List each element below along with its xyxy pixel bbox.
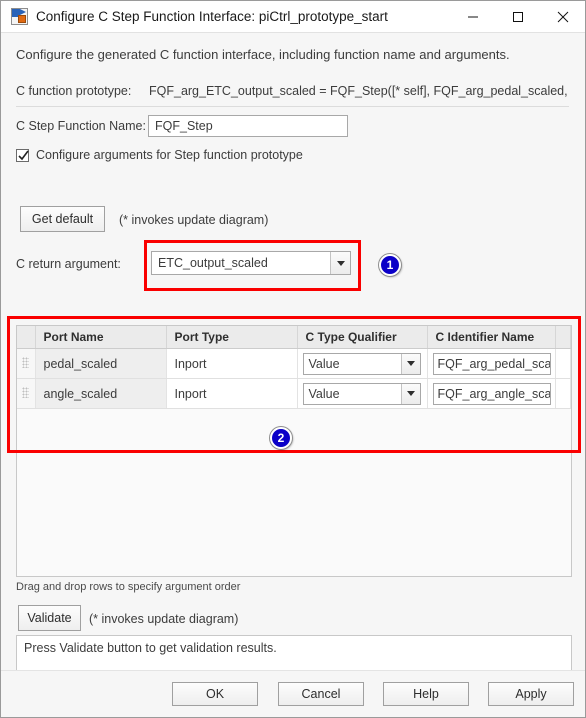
cancel-button[interactable]: Cancel [278,682,364,706]
check-icon [18,150,29,160]
drag-handle-icon [22,386,30,398]
configure-arguments-label: Configure arguments for Step function pr… [36,148,303,162]
table-header-row: Port Name Port Type C Type Qualifier C I… [17,326,571,349]
table-header-grip [17,326,36,349]
cell-spacer [555,378,571,409]
maximize-icon [512,11,523,22]
cell-type-qualifier: Value [297,348,428,379]
table-row[interactable]: pedal_scaled Inport Value FQF_arg_pedal_… [17,348,571,379]
window-title: Configure C Step Function Interface: piC… [36,9,388,24]
drag-drop-note: Drag and drop rows to specify argument o… [16,581,241,593]
cell-spacer [555,348,571,379]
dialog-window: Configure C Step Function Interface: piC… [0,0,586,718]
configure-arguments-checkbox[interactable] [16,148,29,162]
validate-button[interactable]: Validate [18,605,81,631]
annotation-badge-2: 2 [270,427,292,449]
arguments-table: Port Name Port Type C Type Qualifier C I… [17,326,571,409]
dialog-body: Configure the generated C function inter… [1,33,585,717]
c-identifier-input[interactable]: FQF_arg_angle_scal [432,382,551,405]
minimize-button[interactable] [450,1,495,32]
table-header-c-identifier-name[interactable]: C Identifier Name [427,326,556,349]
cell-port-name[interactable]: angle_scaled [35,378,167,409]
cell-c-identifier: FQF_arg_pedal_scal [427,348,556,379]
screenshot-root: Configure C Step Function Interface: piC… [0,0,586,718]
cell-port-name[interactable]: pedal_scaled [35,348,167,379]
cell-port-type: Inport [166,348,298,379]
apply-button[interactable]: Apply [488,682,574,706]
c-identifier-input[interactable]: FQF_arg_pedal_scal [432,352,551,375]
title-bar: Configure C Step Function Interface: piC… [1,1,585,33]
return-argument-value: ETC_output_scaled [158,256,268,270]
cell-c-identifier: FQF_arg_angle_scal [427,378,556,409]
prototype-separator [16,106,569,107]
configure-arguments-checkbox-row[interactable]: Configure arguments for Step function pr… [16,148,303,162]
prototype-label: C function prototype: [16,84,132,98]
get-default-button[interactable]: Get default [20,206,105,232]
close-icon [557,11,568,22]
window-controls [450,1,585,32]
maximize-button[interactable] [495,1,540,32]
row-drag-handle[interactable] [17,378,36,409]
return-argument-dropdown[interactable]: ETC_output_scaled [151,251,351,275]
ok-button[interactable]: OK [172,682,258,706]
validate-note: (* invokes update diagram) [89,612,239,626]
table-row[interactable]: angle_scaled Inport Value FQF_arg_angle_… [17,378,571,409]
chevron-down-icon[interactable] [400,383,420,404]
table-header-port-type[interactable]: Port Type [166,326,298,349]
arguments-table-container: Port Name Port Type C Type Qualifier C I… [16,325,572,577]
drag-handle-icon [22,356,30,368]
help-button[interactable]: Help [383,682,469,706]
prototype-value: FQF_arg_ETC_output_scaled = FQF_Step([* … [149,84,569,98]
table-header-spacer [555,326,571,349]
type-qualifier-value: Value [308,356,340,371]
row-drag-handle[interactable] [17,348,36,379]
step-function-name-input[interactable]: FQF_Step [148,115,348,137]
type-qualifier-dropdown[interactable]: Value [302,382,421,405]
cell-type-qualifier: Value [297,378,428,409]
intro-text: Configure the generated C function inter… [16,47,510,62]
dialog-footer: OK Cancel Help Apply [1,670,585,717]
chevron-down-icon[interactable] [400,353,420,374]
minimize-icon [467,16,478,17]
get-default-note: (* invokes update diagram) [119,213,269,227]
chevron-down-icon[interactable] [330,252,350,274]
cell-port-type: Inport [166,378,298,409]
simulink-app-icon [11,8,28,25]
type-qualifier-dropdown[interactable]: Value [302,352,421,375]
return-argument-label: C return argument: [16,257,121,271]
type-qualifier-value: Value [308,386,340,401]
step-function-name-label: C Step Function Name: [16,119,146,133]
close-button[interactable] [540,1,585,32]
annotation-badge-1: 1 [379,254,401,276]
table-header-c-type-qualifier[interactable]: C Type Qualifier [297,326,428,349]
table-header-port-name[interactable]: Port Name [35,326,167,349]
